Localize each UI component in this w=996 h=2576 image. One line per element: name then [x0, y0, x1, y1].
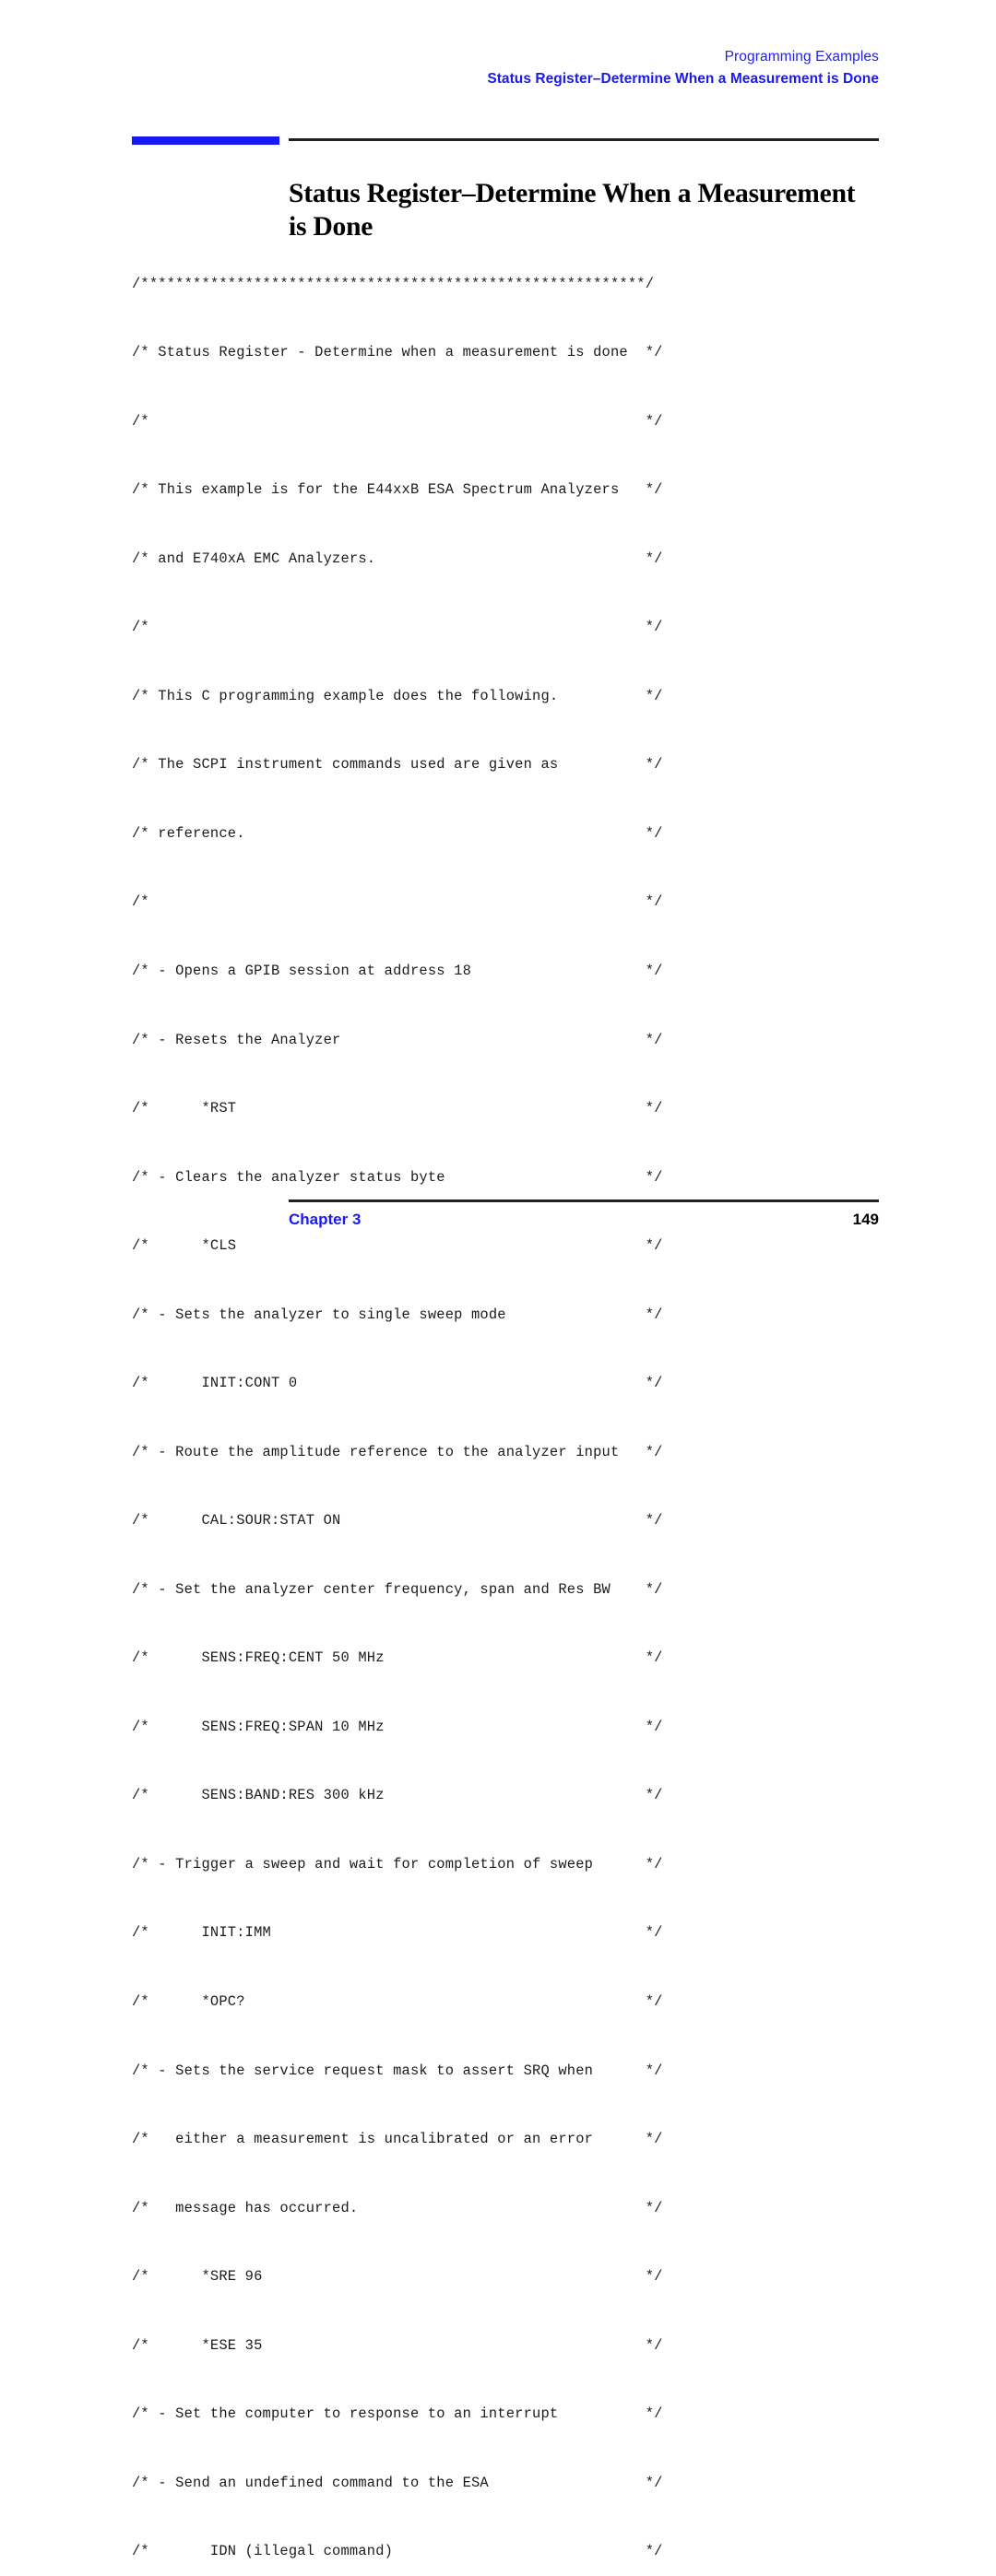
- footer-divider-rule: [289, 1199, 879, 1202]
- code-line: /* - Resets the Analyzer */: [132, 1031, 663, 1048]
- code-line: /* - Sets the service request mask to as…: [132, 2062, 663, 2079]
- header-section-label: Programming Examples: [724, 49, 879, 65]
- code-line: /* - Send an undefined command to the ES…: [132, 2474, 663, 2491]
- code-line: /* */: [132, 893, 663, 911]
- footer-chapter-label: Chapter 3: [289, 1211, 362, 1228]
- code-line: /* */: [132, 619, 663, 636]
- page-footer: Chapter 3 149: [289, 1211, 879, 1229]
- code-line: /* message has occurred. */: [132, 2199, 663, 2216]
- code-line: /* *OPC? */: [132, 1992, 663, 2010]
- code-line: /* SENS:FREQ:SPAN 10 MHz */: [132, 1718, 663, 1735]
- code-line: /* and E740xA EMC Analyzers. */: [132, 549, 663, 567]
- header-topic-label: Status Register–Determine When a Measure…: [487, 71, 879, 87]
- code-listing: /***************************************…: [132, 227, 897, 2576]
- code-line: /* IDN (illegal command) */: [132, 2543, 663, 2560]
- code-line: /* SENS:BAND:RES 300 kHz */: [132, 1787, 663, 1804]
- code-line: /* CAL:SOUR:STAT ON */: [132, 1512, 663, 1530]
- code-line: /* - Set the analyzer center frequency, …: [132, 1580, 663, 1598]
- code-line: /* Status Register - Determine when a me…: [132, 344, 663, 361]
- code-line: /* - Clears the analyzer status byte */: [132, 1168, 663, 1186]
- code-line: /* either a measurement is uncalibrated …: [132, 2131, 663, 2148]
- code-line: /* - Trigger a sweep and wait for comple…: [132, 1855, 663, 1873]
- title-rule-group: [132, 136, 879, 148]
- code-line: /* *ESE 35 */: [132, 2336, 663, 2354]
- code-line: /* SENS:FREQ:CENT 50 MHz */: [132, 1649, 663, 1667]
- code-line: /* *CLS */: [132, 1237, 663, 1255]
- code-line: /* */: [132, 412, 663, 430]
- code-line: /* - Sets the analyzer to single sweep m…: [132, 1306, 663, 1323]
- footer-page-number: 149: [852, 1211, 879, 1228]
- code-line: /***************************************…: [132, 275, 655, 292]
- document-page: Programming Examples Status Register–Det…: [0, 0, 996, 2559]
- accent-bar: [132, 136, 279, 145]
- code-line: /* This C programming example does the f…: [132, 687, 663, 704]
- code-line: /* INIT:CONT 0 */: [132, 1375, 663, 1392]
- code-line: /* This example is for the E44xxB ESA Sp…: [132, 481, 663, 499]
- running-header: Programming Examples Status Register–Det…: [132, 48, 879, 89]
- code-line: /* *RST */: [132, 1100, 663, 1117]
- code-line: /* *SRE 96 */: [132, 2268, 663, 2286]
- code-line: /* - Set the computer to response to an …: [132, 2405, 663, 2423]
- title-divider-rule: [289, 138, 879, 141]
- code-line: /* - Route the amplitude reference to th…: [132, 1443, 663, 1460]
- code-line: /* - Opens a GPIB session at address 18 …: [132, 963, 663, 979]
- code-line: /* The SCPI instrument commands used are…: [132, 756, 663, 774]
- code-line: /* INIT:IMM */: [132, 1924, 663, 1942]
- code-line: /* reference. */: [132, 824, 663, 842]
